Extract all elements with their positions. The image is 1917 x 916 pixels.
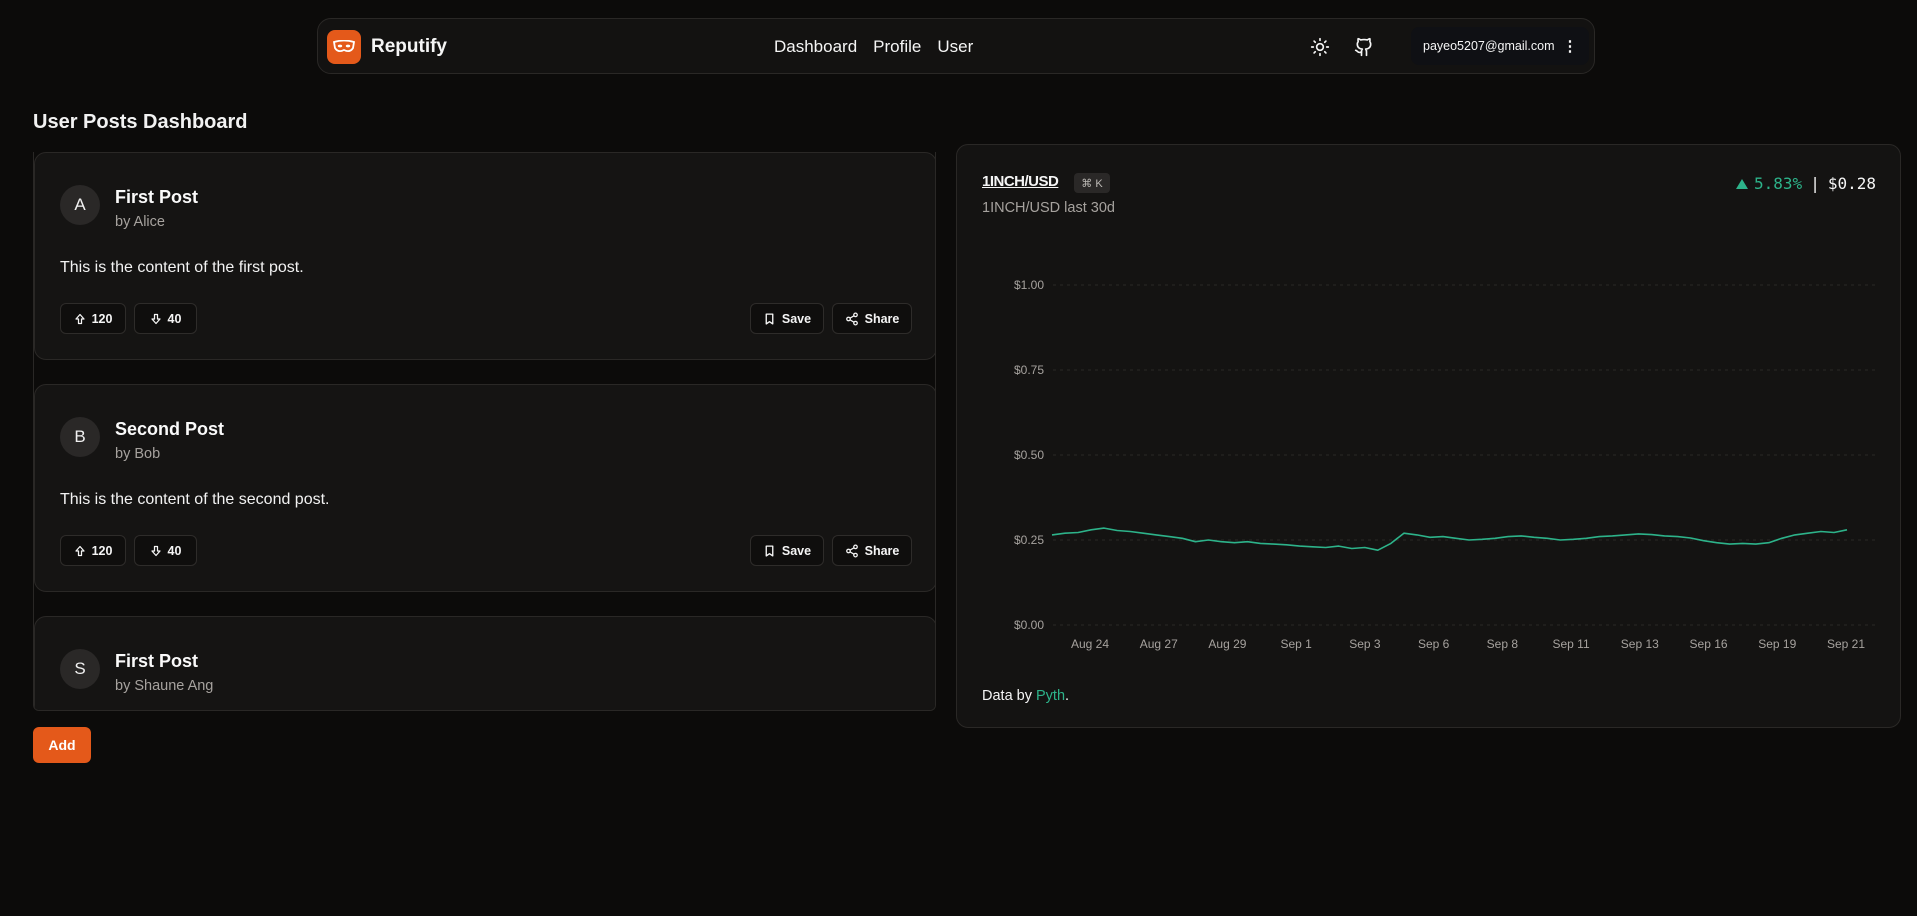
attribution-prefix: Data by (982, 688, 1036, 704)
nav-links: Dashboard Profile User (774, 37, 973, 57)
data-attribution: Data by Pyth. (982, 688, 1069, 704)
y-tick-label: $0.25 (1014, 533, 1044, 547)
x-tick-label: Aug 27 (1140, 637, 1178, 651)
price-series-line (1051, 527, 1848, 552)
posts-list[interactable]: A First Post by Alice This is the conten… (33, 152, 936, 711)
post-author: by Shaune Ang (115, 678, 214, 694)
downvote-button[interactable]: 40 (134, 303, 197, 334)
add-post-button[interactable]: Add (33, 727, 91, 763)
downvote-count: 40 (167, 543, 182, 558)
post-title: First Post (115, 187, 199, 207)
share-icon (845, 312, 858, 325)
post-card: B Second Post by Bob This is the content… (34, 384, 935, 592)
post-author: by Alice (115, 214, 165, 230)
page-title: User Posts Dashboard (33, 111, 248, 133)
x-tick-label: Aug 29 (1208, 637, 1246, 651)
x-tick-label: Sep 6 (1418, 637, 1450, 651)
upvote-button[interactable]: 120 (60, 303, 126, 334)
mask-logo-icon[interactable] (327, 30, 361, 64)
arrow-up-icon (74, 545, 85, 556)
x-tick-label: Sep 16 (1690, 637, 1728, 651)
nav-link-user[interactable]: User (937, 37, 973, 57)
share-button[interactable]: Share (832, 303, 912, 334)
more-vertical-icon: ⋮ (1562, 38, 1578, 55)
upvote-button[interactable]: 120 (60, 535, 126, 566)
share-label: Share (864, 543, 900, 558)
x-tick-label: Sep 19 (1758, 637, 1796, 651)
y-tick-label: $1.00 (1014, 278, 1044, 292)
x-tick-label: Sep 13 (1621, 637, 1659, 651)
arrow-up-icon (74, 313, 85, 324)
y-tick-label: $0.00 (1014, 618, 1044, 632)
theme-toggle-button[interactable] (1307, 34, 1333, 60)
upvote-count: 120 (91, 543, 113, 558)
save-label: Save (781, 311, 812, 326)
downvote-count: 40 (167, 311, 182, 326)
nav-link-profile[interactable]: Profile (873, 37, 921, 57)
github-button[interactable] (1351, 34, 1377, 60)
save-button[interactable]: Save (750, 303, 824, 334)
x-tick-label: Sep 3 (1349, 637, 1381, 651)
save-button[interactable]: Save (750, 535, 824, 566)
bookmark-icon (765, 312, 774, 325)
brand-name[interactable]: Reputify (371, 36, 447, 58)
downvote-button[interactable]: 40 (134, 535, 197, 566)
share-icon (845, 544, 858, 557)
arrow-down-icon (150, 313, 161, 324)
y-tick-label: $0.75 (1014, 363, 1044, 377)
post-card: S First Post by Shaune Ang (34, 616, 935, 710)
post-title: First Post (115, 651, 199, 671)
post-card: A First Post by Alice This is the conten… (34, 152, 935, 360)
share-button[interactable]: Share (832, 535, 912, 566)
price-line-chart[interactable]: $1.00 $0.75 $0.50 $0.25 $0.00 Aug 24 Aug 27 Aug… (957, 145, 1902, 729)
bookmark-icon (765, 544, 774, 557)
avatar: A (60, 185, 100, 225)
top-navbar: Reputify Dashboard Profile User payeo520… (317, 18, 1595, 74)
x-tick-label: Sep 1 (1281, 637, 1313, 651)
avatar: B (60, 417, 100, 457)
y-tick-label: $0.50 (1014, 448, 1044, 462)
github-icon (1354, 37, 1372, 57)
post-content: This is the content of the first post. (60, 259, 304, 276)
nav-link-dashboard[interactable]: Dashboard (774, 37, 857, 57)
save-label: Save (781, 543, 812, 558)
x-tick-label: Aug 24 (1071, 637, 1109, 651)
user-menu-button[interactable]: payeo5207@gmail.com ⋮ (1411, 27, 1589, 65)
post-title: Second Post (115, 419, 225, 439)
price-chart-card: 1INCH/USD ⌘ K 1INCH/USD last 30d 5.83% |… (956, 144, 1901, 728)
x-tick-label: Sep 21 (1827, 637, 1865, 651)
upvote-count: 120 (91, 311, 113, 326)
attribution-suffix: . (1065, 688, 1070, 704)
x-tick-label: Sep 8 (1487, 637, 1519, 651)
x-tick-label: Sep 11 (1553, 637, 1590, 651)
user-email: payeo5207@gmail.com (1423, 39, 1555, 53)
arrow-down-icon (150, 545, 161, 556)
post-content: This is the content of the second post. (60, 491, 330, 508)
sun-icon (1310, 37, 1330, 57)
share-label: Share (864, 311, 900, 326)
pyth-link[interactable]: Pyth (1036, 688, 1065, 704)
post-author: by Bob (115, 446, 161, 462)
avatar: S (60, 649, 100, 689)
